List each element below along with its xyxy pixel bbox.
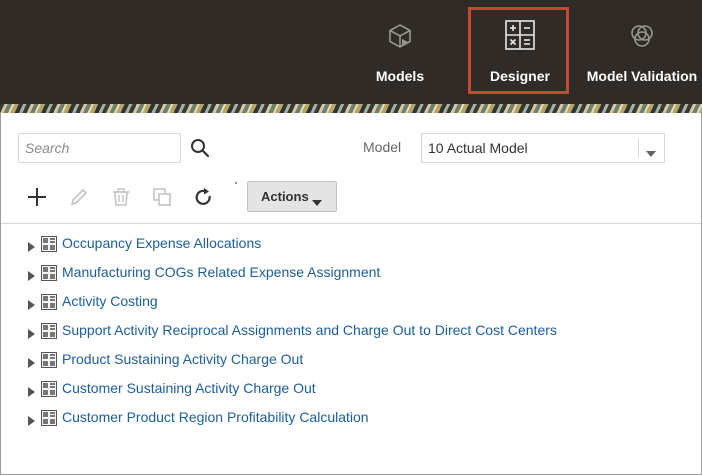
rule-set-icon (41, 410, 57, 431)
expand-arrow-icon[interactable] (28, 413, 35, 431)
refresh-icon[interactable] (191, 185, 215, 209)
tree-item-label[interactable]: Manufacturing COGs Related Expense Assig… (62, 264, 380, 280)
edit-pencil-icon[interactable] (67, 185, 91, 209)
nav-model-validation-label: Model Validation (586, 68, 698, 84)
duplicate-icon[interactable] (150, 185, 174, 209)
toolbar-divider (1, 223, 701, 224)
expand-arrow-icon[interactable] (28, 239, 35, 257)
chevron-down-icon[interactable] (646, 145, 656, 163)
rule-set-icon (41, 352, 57, 373)
decorative-pattern-strip (0, 104, 702, 113)
actions-menu-button[interactable]: Actions (247, 181, 337, 212)
tree-item-label[interactable]: Support Activity Reciprocal Assignments … (62, 322, 557, 338)
model-select-value: 10 Actual Model (428, 140, 528, 156)
nav-designer[interactable]: Designer (472, 0, 568, 104)
tree-row[interactable]: Manufacturing COGs Related Expense Assig… (1, 262, 701, 284)
tree-item-label[interactable]: Occupancy Expense Allocations (62, 235, 261, 251)
designer-panel: Model 10 Actual Model (0, 113, 702, 475)
tree-row[interactable]: Customer Sustaining Activity Charge Out (1, 378, 701, 400)
nav-models[interactable]: Models (360, 0, 440, 104)
rule-set-icon (41, 265, 57, 286)
search-input[interactable] (18, 133, 181, 163)
expand-arrow-icon[interactable] (28, 355, 35, 373)
actions-label: Actions (261, 189, 309, 204)
expand-arrow-icon[interactable] (28, 384, 35, 402)
expand-arrow-icon[interactable] (28, 268, 35, 286)
model-label: Model (363, 139, 402, 155)
rule-set-icon (41, 323, 57, 344)
tree-item-label[interactable]: Product Sustaining Activity Charge Out (62, 351, 303, 367)
nav-models-label: Models (375, 68, 425, 84)
separator-dot (235, 182, 237, 184)
caret-down-icon (312, 194, 322, 209)
overlapping-circles-icon (628, 22, 656, 55)
delete-trash-icon[interactable] (109, 185, 133, 209)
cube-icon (386, 22, 414, 55)
tree-item-label[interactable]: Activity Costing (62, 293, 158, 309)
expand-arrow-icon[interactable] (28, 326, 35, 344)
tree-row[interactable]: Occupancy Expense Allocations (1, 233, 701, 255)
tree-row[interactable]: Support Activity Reciprocal Assignments … (1, 320, 701, 342)
tree-row[interactable]: Activity Costing (1, 291, 701, 313)
top-navigation-bar: Models Designer Model Validation (0, 0, 702, 104)
nav-designer-label: Designer (490, 68, 550, 84)
select-divider (638, 138, 639, 158)
tree-row[interactable]: Customer Product Region Profitability Ca… (1, 407, 701, 429)
model-select[interactable]: 10 Actual Model (421, 133, 665, 163)
rule-set-icon (41, 381, 57, 402)
nav-model-validation[interactable]: Model Validation (584, 0, 700, 104)
search-icon[interactable] (189, 137, 211, 159)
expand-arrow-icon[interactable] (28, 297, 35, 315)
rule-set-icon (41, 236, 57, 257)
toolbar: Actions (1, 179, 701, 223)
tree-item-label[interactable]: Customer Product Region Profitability Ca… (62, 409, 369, 425)
calculator-icon (505, 20, 535, 55)
tree-item-label[interactable]: Customer Sustaining Activity Charge Out (62, 380, 316, 396)
tree-row[interactable]: Product Sustaining Activity Charge Out (1, 349, 701, 371)
rule-set-icon (41, 294, 57, 315)
add-icon[interactable] (25, 185, 49, 209)
